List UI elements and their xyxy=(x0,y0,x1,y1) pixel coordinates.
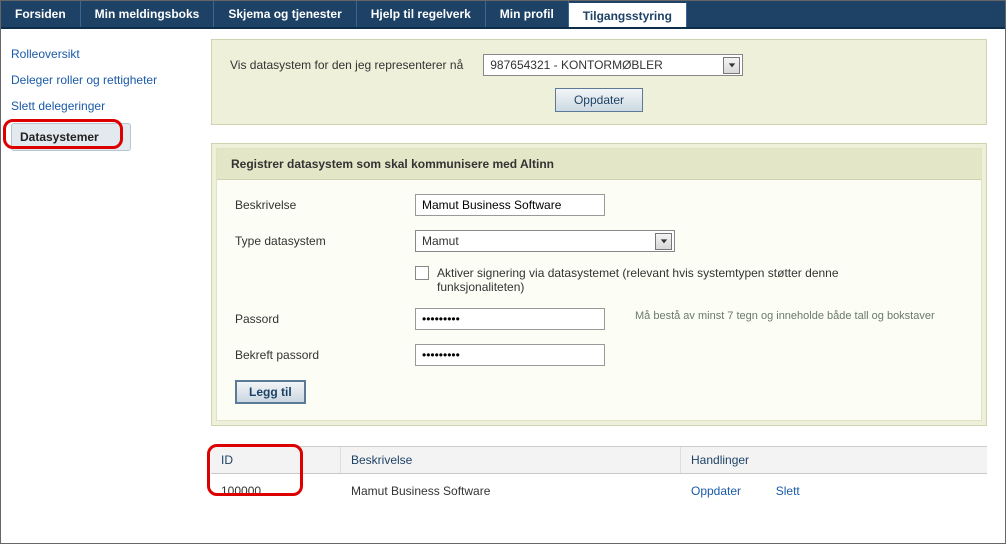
tab-tilgangsstyring[interactable]: Tilgangsstyring xyxy=(569,1,687,27)
row-update-link[interactable]: Oppdater xyxy=(691,484,741,498)
password-label: Passord xyxy=(235,308,415,326)
sidebar-link-slett-delegeringer[interactable]: Slett delegeringer xyxy=(11,93,191,119)
type-select[interactable]: Mamut xyxy=(415,230,675,252)
signing-checkbox-label: Aktiver signering via datasystemet (rele… xyxy=(437,266,895,294)
desc-input[interactable] xyxy=(415,194,605,216)
confirm-password-input[interactable] xyxy=(415,344,605,366)
represent-select-value: 987654321 - KONTORMØBLER xyxy=(490,58,663,72)
update-button[interactable]: Oppdater xyxy=(555,88,643,112)
represent-select[interactable]: 987654321 - KONTORMØBLER xyxy=(483,54,743,76)
tab-forsiden[interactable]: Forsiden xyxy=(1,1,81,27)
password-input[interactable] xyxy=(415,308,605,330)
password-help: Må bestå av minst 7 tegn og inneholde bå… xyxy=(615,308,963,322)
add-button[interactable]: Legg til xyxy=(235,380,306,404)
tab-min-profil[interactable]: Min profil xyxy=(486,1,569,27)
tab-min-meldingsboks[interactable]: Min meldingsboks xyxy=(81,1,215,27)
top-tabs: Forsiden Min meldingsboks Skjema og tjen… xyxy=(1,1,1005,29)
type-select-value: Mamut xyxy=(422,234,459,248)
sidebar: Rolleoversikt Deleger roller og rettighe… xyxy=(1,29,201,518)
register-panel: Registrer datasystem som skal kommuniser… xyxy=(211,143,987,426)
tab-hjelp-til-regelverk[interactable]: Hjelp til regelverk xyxy=(357,1,486,27)
th-id: ID xyxy=(211,447,341,473)
datasystem-table: ID Beskrivelse Handlinger 100000 Mamut B… xyxy=(211,446,987,508)
tab-skjema-og-tjenester[interactable]: Skjema og tjenester xyxy=(214,1,356,27)
sidebar-link-deleger-roller[interactable]: Deleger roller og rettigheter xyxy=(11,67,191,93)
chevron-down-icon xyxy=(655,233,672,250)
desc-label: Beskrivelse xyxy=(235,194,415,212)
chevron-down-icon xyxy=(723,57,740,74)
represent-label: Vis datasystem for den jeg representerer… xyxy=(230,58,463,72)
type-label: Type datasystem xyxy=(235,230,415,248)
row-delete-link[interactable]: Slett xyxy=(776,484,800,498)
sidebar-link-datasystemer[interactable]: Datasystemer xyxy=(11,123,131,151)
sidebar-link-rolleoversikt[interactable]: Rolleoversikt xyxy=(11,41,191,67)
td-desc: Mamut Business Software xyxy=(341,484,681,498)
td-id: 100000 xyxy=(211,484,341,498)
main-content: Vis datasystem for den jeg representerer… xyxy=(201,29,1005,518)
signing-checkbox[interactable] xyxy=(415,266,429,280)
th-beskrivelse: Beskrivelse xyxy=(341,447,681,473)
th-handlinger: Handlinger xyxy=(681,447,987,473)
confirm-password-label: Bekreft passord xyxy=(235,344,415,362)
table-row: 100000 Mamut Business Software Oppdater … xyxy=(211,474,987,508)
represent-panel: Vis datasystem for den jeg representerer… xyxy=(211,39,987,125)
register-panel-heading: Registrer datasystem som skal kommuniser… xyxy=(217,149,981,180)
